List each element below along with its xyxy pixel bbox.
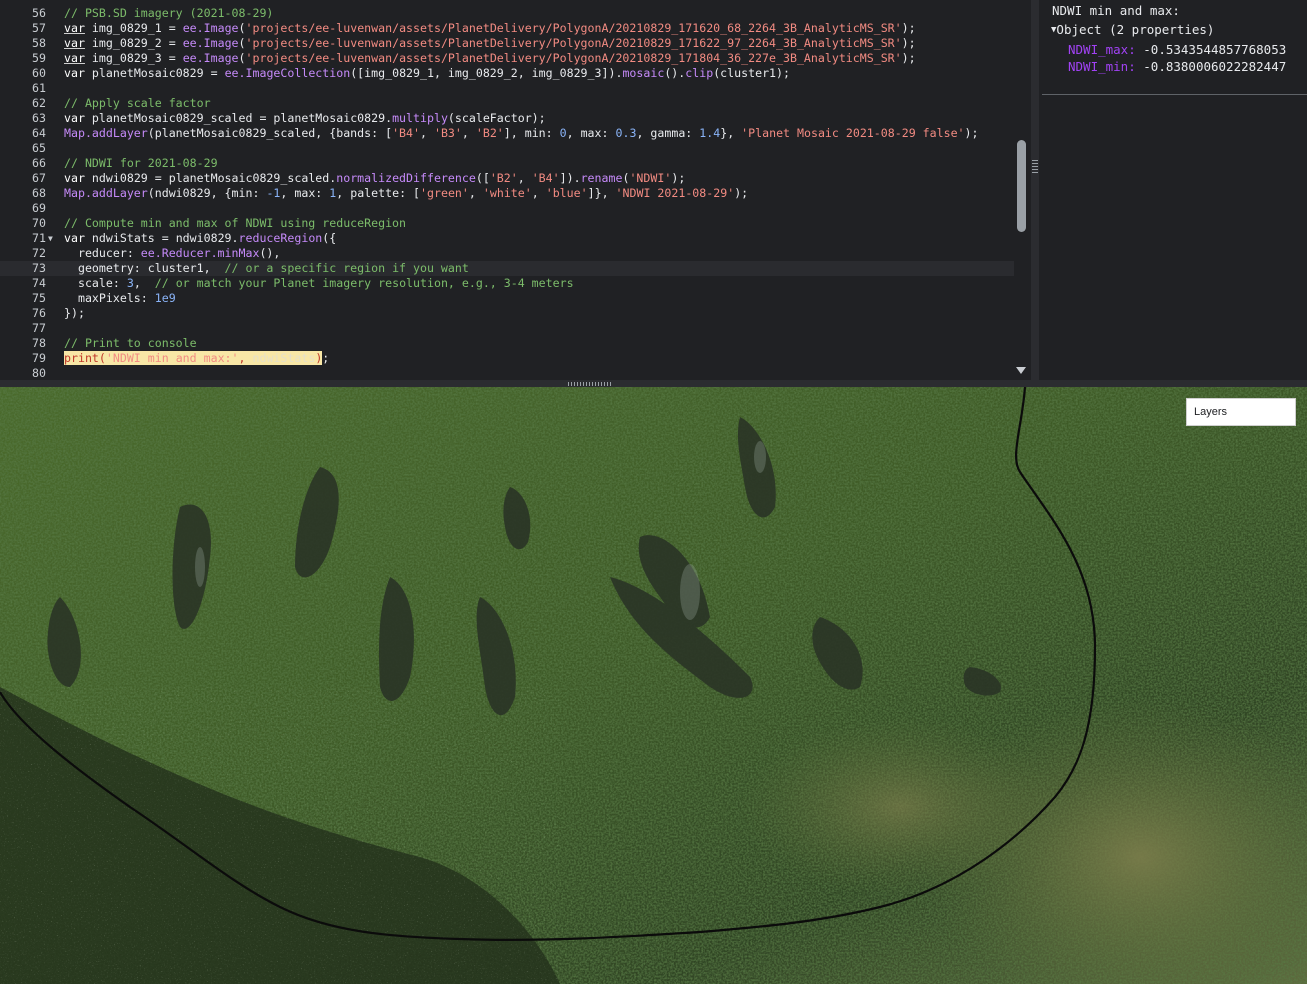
- line-number: 63: [32, 111, 46, 125]
- line-number: 65: [32, 141, 46, 155]
- line-number: 70: [32, 216, 46, 230]
- code-line[interactable]: 71 ▼ var ndwiStats = ndwi0829.reduceRegion…: [0, 231, 1014, 246]
- code-line[interactable]: 69: [0, 201, 1014, 216]
- console-panel: NDWI min and max: ▼Object (2 properties)…: [1039, 0, 1307, 380]
- console-prop-ndwi-max: NDWI_max: -0.5343544857768053: [1068, 42, 1287, 57]
- code-text[interactable]: scale: 3, // or match your Planet imager…: [64, 276, 574, 291]
- line-number: 58: [32, 36, 46, 50]
- console-object-label: Object (2 properties): [1056, 22, 1215, 37]
- code-line[interactable]: 59 var img_0829_3 = ee.Image('projects/ee…: [0, 51, 1014, 66]
- code-line[interactable]: 56 // PSB.SD imagery (2021-08-29): [0, 6, 1014, 21]
- line-number: 77: [32, 321, 46, 335]
- code-line[interactable]: 77: [0, 321, 1014, 336]
- line-number: 79: [32, 351, 46, 365]
- code-text[interactable]: // Print to console: [64, 336, 197, 351]
- console-object-toggle[interactable]: ▼Object (2 properties): [1051, 22, 1214, 37]
- line-number: 73: [32, 261, 46, 275]
- code-line[interactable]: 74 scale: 3, // or match your Planet ima…: [0, 276, 1014, 291]
- code-text[interactable]: var ndwiStats = ndwi0829.reduceRegion({: [64, 231, 336, 246]
- scroll-down-arrow-icon[interactable]: [1016, 367, 1026, 374]
- line-number: 56: [32, 6, 46, 20]
- line-number: 59: [32, 51, 46, 65]
- console-print-label: NDWI min and max:: [1052, 3, 1180, 18]
- line-number: 62: [32, 96, 46, 110]
- line-number: 80: [32, 366, 46, 380]
- code-text[interactable]: var ndwi0829 = planetMosaic0829_scaled.n…: [64, 171, 685, 186]
- code-line[interactable]: 58 var img_0829_2 = ee.Image('projects/ee…: [0, 36, 1014, 51]
- code-line[interactable]: 79 print('NDWI min and max:', ndwiStats);: [0, 351, 1014, 366]
- code-text[interactable]: reducer: ee.Reducer.minMax(),: [64, 246, 280, 261]
- line-number: 68: [32, 186, 46, 200]
- code-line[interactable]: 76});: [0, 306, 1014, 321]
- code-text[interactable]: print('NDWI min and max:', ndwiStats);: [64, 351, 329, 366]
- line-number: 69: [32, 201, 46, 215]
- code-line[interactable]: 57 var img_0829_1 = ee.Image('projects/ee…: [0, 21, 1014, 36]
- code-text[interactable]: var img_0829_3 = ee.Image('projects/ee-l…: [64, 51, 916, 66]
- splitter-grip-icon: [568, 382, 612, 386]
- layers-button[interactable]: Layers: [1186, 398, 1296, 426]
- code-text[interactable]: maxPixels: 1e9: [64, 291, 176, 306]
- map-view[interactable]: [0, 387, 1307, 984]
- code-text[interactable]: // PSB.SD imagery (2021-08-29): [64, 6, 273, 21]
- code-line[interactable]: 70 // Compute min and max of NDWI using r…: [0, 216, 1014, 231]
- line-number: 75: [32, 291, 46, 305]
- code-line[interactable]: 64 Map.addLayer(planetMosaic0829_scaled, …: [0, 126, 1014, 141]
- code-line[interactable]: 61: [0, 81, 1014, 96]
- code-text[interactable]: var img_0829_2 = ee.Image('projects/ee-l…: [64, 36, 916, 51]
- code-line[interactable]: 67 var ndwi0829 = planetMosaic0829_scaled…: [0, 171, 1014, 186]
- line-number: 57: [32, 21, 46, 35]
- line-number: 71: [32, 231, 46, 245]
- editor-scrollbar-thumb[interactable]: [1017, 140, 1026, 232]
- code-text[interactable]: var planetMosaic0829_scaled = planetMosa…: [64, 111, 546, 126]
- code-text[interactable]: });: [64, 306, 85, 321]
- splitter-grip-icon: [1032, 160, 1038, 174]
- line-number: 74: [32, 276, 46, 290]
- code-text[interactable]: // NDWI for 2021-08-29: [64, 156, 218, 171]
- meadow-area: [740, 717, 1060, 897]
- code-line[interactable]: 72 reducer: ee.Reducer.minMax(),: [0, 246, 1014, 261]
- code-line[interactable]: 73 geometry: cluster1, // or a specific …: [0, 261, 1014, 276]
- code-line[interactable]: 63 var planetMosaic0829_scaled = planetMo…: [0, 111, 1014, 126]
- code-line[interactable]: 65: [0, 141, 1014, 156]
- line-number: 72: [32, 246, 46, 260]
- line-number: 60: [32, 66, 46, 80]
- code-text[interactable]: Map.addLayer(planetMosaic0829_scaled, {b…: [64, 126, 979, 141]
- code-text[interactable]: // Compute min and max of NDWI using red…: [64, 216, 406, 231]
- satellite-imagery[interactable]: [0, 387, 1307, 984]
- code-text[interactable]: geometry: cluster1, // or a specific reg…: [64, 261, 469, 276]
- console-prop-ndwi-min: NDWI_min: -0.8380006022282447: [1068, 59, 1287, 74]
- code-text[interactable]: var planetMosaic0829 = ee.ImageCollectio…: [64, 66, 790, 81]
- vertical-panel-splitter[interactable]: [1031, 0, 1039, 380]
- code-line[interactable]: 62 // Apply scale factor: [0, 96, 1014, 111]
- line-number: 64: [32, 126, 46, 140]
- fold-arrow-icon[interactable]: ▼: [48, 231, 53, 246]
- code-text[interactable]: var img_0829_1 = ee.Image('projects/ee-l…: [64, 21, 916, 36]
- console-separator: [1042, 94, 1307, 95]
- code-line[interactable]: 60 var planetMosaic0829 = ee.ImageCollect…: [0, 66, 1014, 81]
- code-line[interactable]: 66 // NDWI for 2021-08-29: [0, 156, 1014, 171]
- horizontal-panel-splitter[interactable]: [0, 380, 1307, 387]
- code-text[interactable]: // Apply scale factor: [64, 96, 211, 111]
- line-number: 78: [32, 336, 46, 350]
- line-number: 76: [32, 306, 46, 320]
- code-line[interactable]: 75 maxPixels: 1e9: [0, 291, 1014, 306]
- line-number: 67: [32, 171, 46, 185]
- line-number: 61: [32, 81, 46, 95]
- line-number: 66: [32, 156, 46, 170]
- code-editor[interactable]: 56 // PSB.SD imagery (2021-08-29) 57 var im…: [0, 0, 1031, 380]
- code-text[interactable]: Map.addLayer(ndwi0829, {min: -1, max: 1,…: [64, 186, 748, 201]
- code-line[interactable]: 68 Map.addLayer(ndwi0829, {min: -1, max: …: [0, 186, 1014, 201]
- code-line[interactable]: 80: [0, 366, 1014, 380]
- code-line[interactable]: 78 // Print to console: [0, 336, 1014, 351]
